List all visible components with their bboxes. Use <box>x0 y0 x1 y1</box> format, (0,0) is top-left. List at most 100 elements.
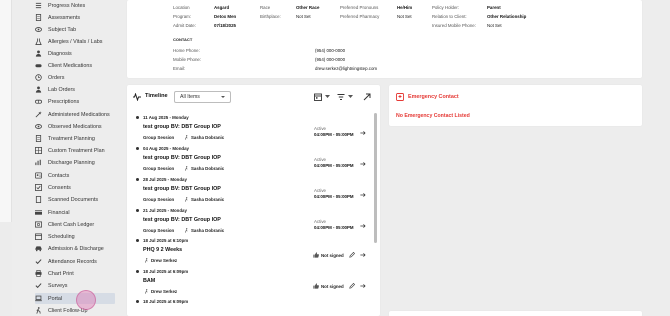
document-icon <box>35 135 42 142</box>
event-title[interactable]: test group BV: DBT Group IOP <box>143 155 221 161</box>
sidebar-item-label: Assessments <box>48 14 81 21</box>
event-date: 18 Jul 2025 at 6:10pm <box>143 238 189 243</box>
program-value: Detox Men <box>214 14 237 19</box>
arrow-right-icon[interactable] <box>360 192 366 198</box>
sidebar-item-scanned-documents[interactable]: Scanned Documents <box>35 194 115 205</box>
sidebar-item-discharge-planning[interactable]: Discharge Planning <box>35 157 115 168</box>
person-icon <box>35 50 42 57</box>
calendar-icon[interactable] <box>314 93 322 101</box>
timeline-dot <box>136 178 139 181</box>
emergency-contact-message: No Emergency Contact Listed <box>396 113 470 119</box>
event-status: Active <box>314 126 326 131</box>
event-date: 11 Aug 2025 - Monday <box>143 115 189 120</box>
expand-arrow-icon[interactable] <box>363 93 371 101</box>
printer-icon <box>35 270 42 277</box>
sidebar-item-label: Attendance Records <box>48 258 97 265</box>
sidebar-item-label: Consents <box>48 184 71 191</box>
sidebar-item-financial[interactable]: Financial <box>35 207 115 218</box>
sidebar-item-client-cash-ledger[interactable]: Client Cash Ledger <box>35 219 115 230</box>
sidebar-item-administered-medications[interactable]: Administered Medications <box>35 109 115 120</box>
contact-section-header: CONTACT <box>173 37 193 42</box>
chevron-down-icon[interactable] <box>348 95 353 99</box>
sidebar-item-surveys[interactable]: Surveys <box>35 280 115 291</box>
sidebar-item-label: Custom Treatment Plan <box>48 147 105 154</box>
sidebar-item-chart-print[interactable]: Chart Print <box>35 268 115 279</box>
event-provider: Sasha Dobranic <box>191 197 225 202</box>
sidebar-item-allergies[interactable]: Allergies / Vitals / Labs <box>35 36 115 47</box>
edit-pencil-icon[interactable] <box>349 252 355 258</box>
insured-mobile-label: Insured Mobile Phone: <box>432 23 476 28</box>
sidebar-item-client-medications[interactable]: Client Medications <box>35 60 115 71</box>
sidebar-item-lab-orders[interactable]: Lab Orders <box>35 84 115 95</box>
sidebar-item-label: Diagnosis <box>48 50 72 57</box>
arrow-right-icon[interactable] <box>360 161 366 167</box>
document-icon <box>35 14 42 21</box>
person-icon <box>35 86 42 93</box>
emergency-contact-title: Emergency Contact <box>408 94 459 100</box>
timeline-dot <box>136 300 139 303</box>
sidebar-item-progress-notes[interactable]: Progress Notes <box>35 0 115 11</box>
event-provider: Sasha Dobranic <box>191 228 225 233</box>
car-icon <box>35 245 42 252</box>
timeline-scrollbar[interactable] <box>374 113 377 243</box>
chevron-down-icon <box>221 96 225 98</box>
chevron-down-icon[interactable] <box>325 95 330 99</box>
event-title[interactable]: BAM <box>143 278 155 284</box>
flask-icon <box>35 38 42 45</box>
sidebar-item-label: Lab Orders <box>48 86 75 93</box>
calendar-icon <box>35 233 42 240</box>
person-walk-icon <box>144 258 148 263</box>
sidebar-item-subject-tab[interactable]: Subject Tab <box>35 24 115 35</box>
arrow-right-icon[interactable] <box>360 223 366 229</box>
sidebar-item-treatment-planning[interactable]: Treatment Planning <box>35 133 115 144</box>
mobile-phone-label: Mobile Phone: <box>173 57 202 62</box>
sidebar-item-contacts[interactable]: Contacts <box>35 170 115 181</box>
event-title[interactable]: test group BV: DBT Group IOP <box>143 217 221 223</box>
check-icon <box>35 258 42 265</box>
sidebar-item-label: Scanned Documents <box>48 196 99 203</box>
sidebar-item-assessments[interactable]: Assessments <box>35 12 115 23</box>
mobile-phone-value: (954) 000-0000 <box>315 57 346 62</box>
sidebar-item-admission-discharge[interactable]: Admission & Discharge <box>35 243 115 254</box>
sidebar-item-diagnosis[interactable]: Diagnosis <box>35 48 115 59</box>
sidebar-item-scheduling[interactable]: Scheduling <box>35 231 115 242</box>
timeline-filter-select[interactable]: All Items <box>174 91 231 103</box>
event-provider: Sasha Dobranic <box>191 166 225 171</box>
event-date: 18 Jul 2025 at 6:09pm <box>143 269 189 274</box>
event-provider: Drew Serkez <box>151 289 178 294</box>
location-label: Location <box>173 5 190 10</box>
eye-icon <box>35 26 42 33</box>
event-title[interactable]: test group BV: DBT Group IOP <box>143 186 221 192</box>
admit-date-label: Admit Date: <box>173 23 196 28</box>
sidebar-item-client-follow-up[interactable]: Client Follow-Up <box>35 305 115 316</box>
event-time: 04:00PM - 05:00PM <box>314 225 354 230</box>
timeline-filter-value: All Items <box>180 94 200 100</box>
event-status: Active <box>314 157 326 162</box>
sidebar-item-orders[interactable]: Orders <box>35 72 115 83</box>
sidebar-item-label: Scheduling <box>48 233 75 240</box>
event-title[interactable]: PHQ 9 2 Weeks <box>143 247 182 253</box>
sidebar-item-label: Orders <box>48 74 65 81</box>
sidebar: Progress Notes Assessments Subject Tab A… <box>33 0 117 316</box>
sidebar-item-observed-medications[interactable]: Observed Medications <box>35 121 115 132</box>
sidebar-item-portal[interactable]: Portal <box>35 293 115 304</box>
arrow-right-icon[interactable] <box>360 283 366 289</box>
timeline-dot <box>136 270 139 273</box>
sidebar-item-custom-treatment-plan[interactable]: Custom Treatment Plan <box>35 145 115 156</box>
sidebar-item-attendance-records[interactable]: Attendance Records <box>35 256 115 267</box>
relation-value: Other Relationship <box>487 14 527 19</box>
arrow-right-icon[interactable] <box>360 252 366 258</box>
pill-icon <box>35 62 42 69</box>
arrow-right-icon[interactable] <box>360 130 366 136</box>
sidebar-item-consents[interactable]: Consents <box>35 182 115 193</box>
pharmacy-label: Preferred Pharmacy <box>340 14 380 19</box>
filter-icon[interactable] <box>337 93 345 101</box>
pharmacy-value: Not Set <box>397 14 412 19</box>
person-walk-icon <box>184 135 188 140</box>
edit-pencil-icon[interactable] <box>349 283 355 289</box>
admit-date-value: 07/18/2025 <box>214 23 236 28</box>
sidebar-item-prescriptions[interactable]: Prescriptions <box>35 96 115 107</box>
event-date: 21 Jul 2025 - Monday <box>143 208 187 213</box>
sidebar-item-label: Contacts <box>48 172 70 179</box>
event-title[interactable]: test group BV: DBT Group IOP <box>143 124 221 130</box>
